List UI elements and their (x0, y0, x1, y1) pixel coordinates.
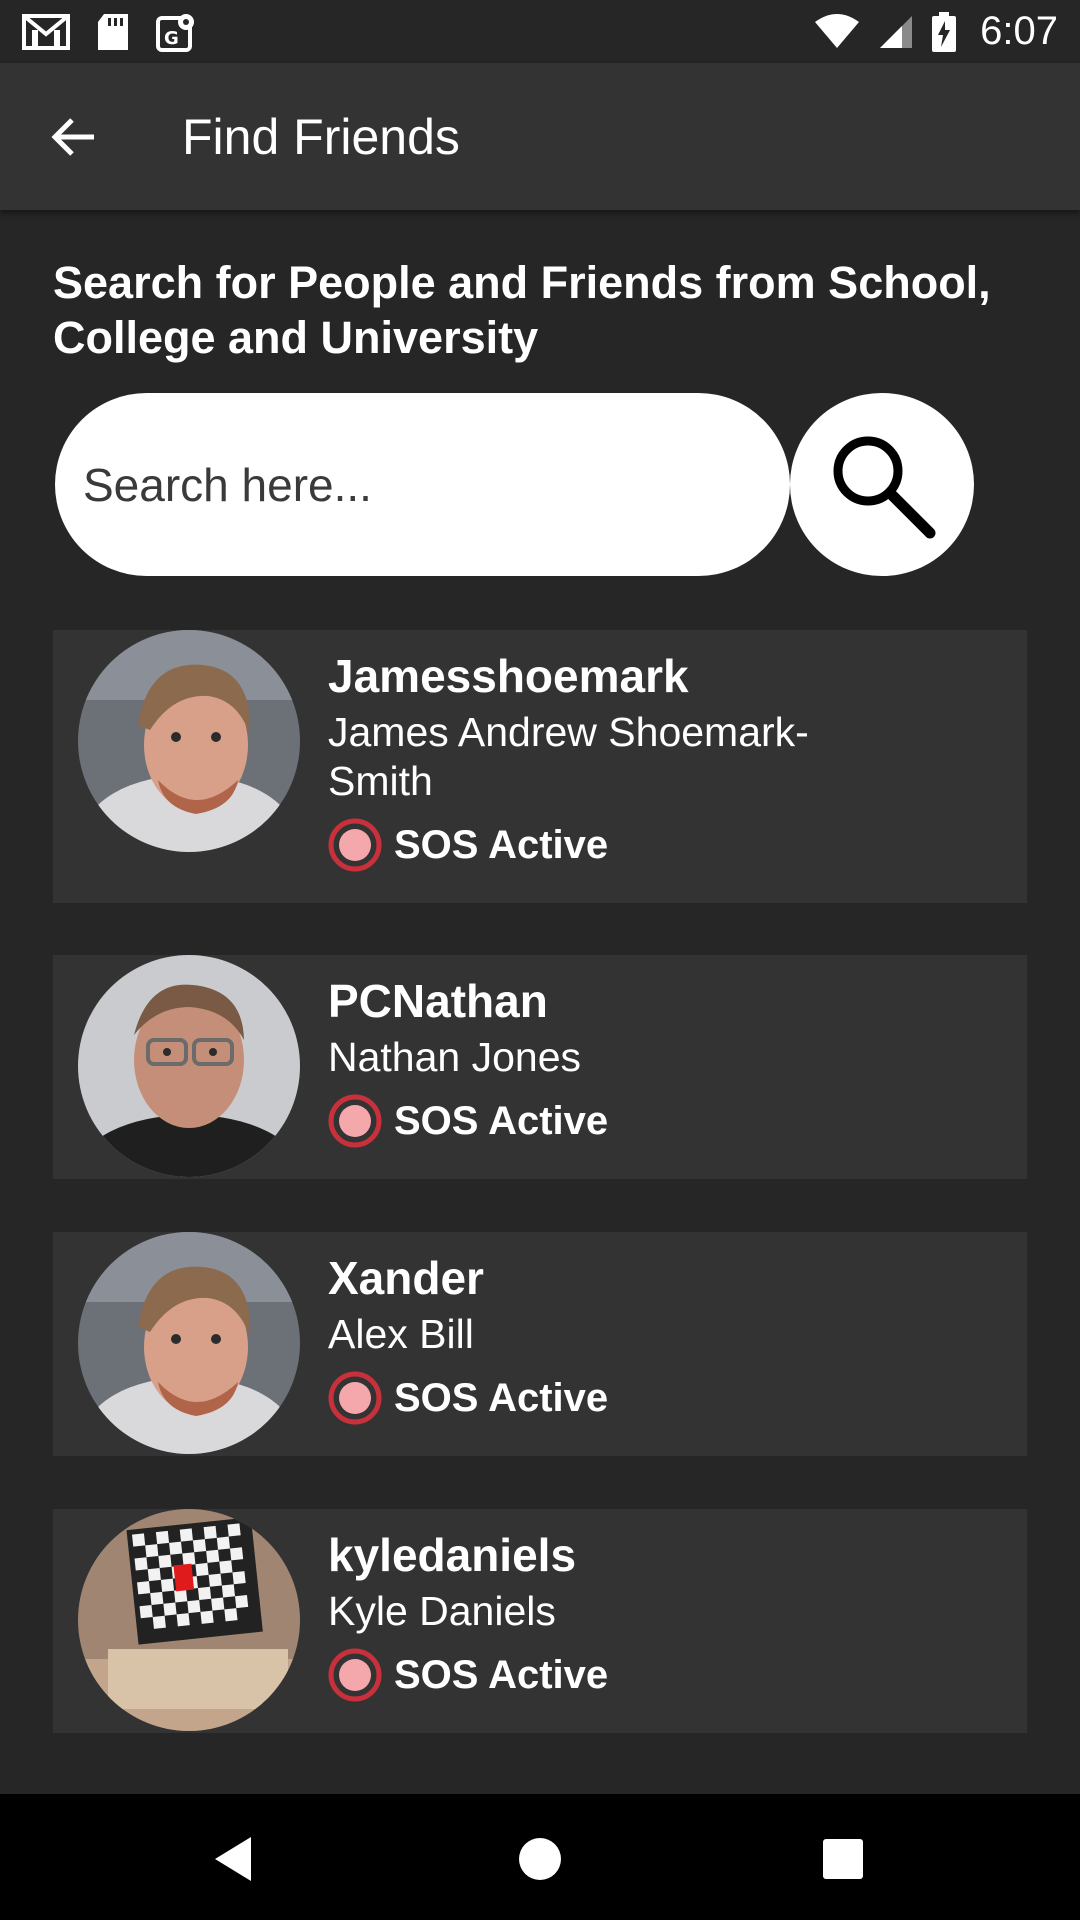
sd-card-icon (96, 12, 130, 52)
search-input[interactable] (55, 393, 790, 576)
home-circle-icon (519, 1838, 561, 1880)
friend-card[interactable]: Xander Alex Bill SOS Active (53, 1232, 1027, 1456)
search-button[interactable] (790, 393, 974, 576)
card-text: Xander Alex Bill SOS Active (328, 1250, 888, 1425)
friend-card[interactable]: Jamesshoemark James Andrew Shoemark-Smit… (53, 630, 1027, 903)
wifi-icon (814, 13, 860, 50)
recents-square-icon (823, 1839, 863, 1879)
sos-status: SOS Active (328, 1371, 888, 1425)
card-text: kyledaniels Kyle Daniels SOS Active (328, 1527, 888, 1702)
svg-text:G: G (164, 28, 179, 49)
clock: 6:07 (980, 9, 1058, 53)
avatar (78, 630, 300, 852)
sos-indicator-icon (328, 1648, 382, 1702)
sos-label: SOS Active (394, 822, 609, 867)
card-text: PCNathan Nathan Jones SOS Active (328, 973, 888, 1148)
search-icon (833, 436, 936, 538)
sos-status: SOS Active (328, 1648, 888, 1702)
sos-label: SOS Active (394, 1098, 609, 1143)
arrow-back-icon (51, 117, 94, 156)
avatar (78, 955, 300, 1177)
friend-card[interactable]: PCNathan Nathan Jones SOS Active (53, 955, 1027, 1179)
sos-label: SOS Active (394, 1652, 609, 1697)
sos-indicator-icon (328, 1094, 382, 1148)
username: kyledaniels (328, 1529, 577, 1581)
notification-icons: G (22, 12, 196, 52)
maps-icon: G (156, 12, 196, 52)
system-nav-bar (0, 1794, 1080, 1920)
username: Jamesshoemark (328, 650, 689, 702)
sos-status: SOS Active (328, 1094, 888, 1148)
sos-indicator-icon (328, 818, 382, 872)
full-name: Nathan Jones (328, 1034, 582, 1080)
page-title: Find Friends (182, 108, 460, 165)
search-heading: Search for People and Friends from Schoo… (53, 257, 991, 363)
app-bar: Find Friends (0, 63, 1080, 210)
sos-label: SOS Active (394, 1375, 609, 1420)
nav-back-button[interactable] (198, 1824, 268, 1894)
friend-card[interactable]: kyledaniels Kyle Daniels SOS Active (53, 1509, 1027, 1733)
card-text: Jamesshoemark James Andrew Shoemark-Smit… (328, 648, 888, 872)
battery-charging-icon (932, 11, 957, 52)
system-icons: 6:07 (814, 9, 1058, 54)
nav-recents-button[interactable] (808, 1824, 878, 1894)
full-name: Alex Bill (328, 1311, 474, 1357)
gmail-icon (22, 12, 70, 52)
sos-indicator-icon (328, 1371, 382, 1425)
status-bar: G 6:07 (0, 0, 1080, 63)
back-button[interactable] (34, 97, 114, 177)
avatar (78, 1232, 300, 1454)
full-name: James Andrew Shoemark-Smith (328, 709, 809, 804)
username: Xander (328, 1252, 484, 1304)
avatar (78, 1509, 300, 1731)
back-triangle-icon (215, 1837, 251, 1881)
nav-home-button[interactable] (505, 1824, 575, 1894)
sos-status: SOS Active (328, 818, 888, 872)
username: PCNathan (328, 975, 548, 1027)
full-name: Kyle Daniels (328, 1588, 556, 1634)
signal-icon (878, 14, 914, 50)
